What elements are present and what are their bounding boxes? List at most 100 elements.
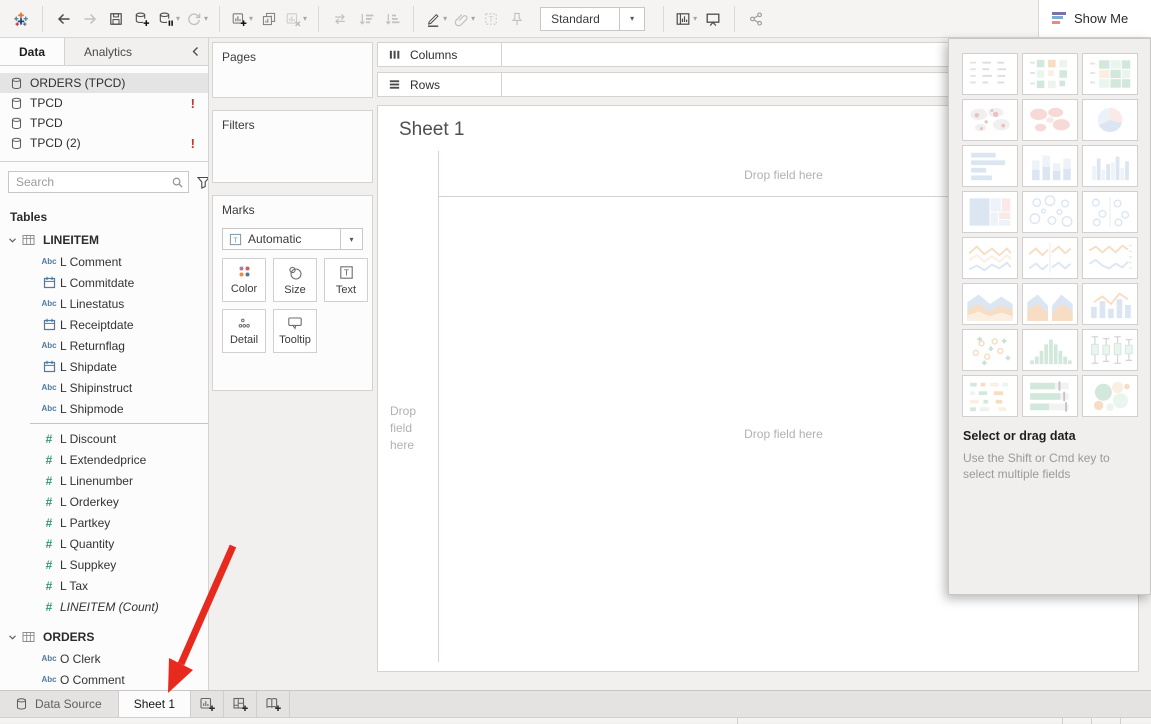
- field-item[interactable]: #L Extendedprice: [0, 449, 208, 470]
- field-item[interactable]: AbcL Comment: [0, 251, 208, 272]
- swap-rows-columns-button[interactable]: [327, 4, 353, 34]
- showme-stacked-bars-tile[interactable]: [1022, 145, 1078, 187]
- search-input-field[interactable]: [11, 175, 171, 189]
- fit-dropdown[interactable]: Standard▾: [540, 7, 645, 31]
- showme-box-and-whisker-tile[interactable]: [1082, 329, 1138, 371]
- showme-bullet-graph-tile[interactable]: [1022, 375, 1078, 417]
- filters-shelf[interactable]: Filters: [212, 110, 373, 183]
- chevron-down-icon[interactable]: [8, 236, 17, 245]
- show-mark-labels-button[interactable]: T: [478, 4, 504, 34]
- new-dashboard-button[interactable]: [224, 691, 257, 717]
- size-button[interactable]: Size: [273, 258, 317, 302]
- run-auto-updates-button[interactable]: ▾: [183, 4, 211, 34]
- field-item[interactable]: AbcL Linestatus: [0, 293, 208, 314]
- showme-symbol-map-tile[interactable]: [962, 99, 1018, 141]
- new-worksheet-button[interactable]: [191, 691, 224, 717]
- table-header-orders[interactable]: ORDERS: [0, 626, 208, 648]
- search-input[interactable]: [8, 171, 189, 193]
- field-item[interactable]: AbcL Shipinstruct: [0, 377, 208, 398]
- table-header-lineitem[interactable]: LINEITEM: [0, 229, 208, 251]
- collapse-pane-button[interactable]: [183, 38, 208, 65]
- presentation-mode-button[interactable]: [700, 4, 726, 34]
- filter-fields-button[interactable]: [194, 175, 209, 190]
- chevron-down-icon: ▾: [249, 14, 253, 23]
- showme-packed-bubbles-tile[interactable]: [1082, 375, 1138, 417]
- text-mark-icon: T: [229, 233, 242, 246]
- tab-data-source[interactable]: Data Source: [0, 691, 119, 717]
- field-item[interactable]: L Shipdate: [0, 356, 208, 377]
- discrete-area-icon: [1026, 287, 1074, 321]
- undo-button[interactable]: [51, 4, 77, 34]
- share-workbook-button[interactable]: [743, 4, 769, 34]
- tab-analytics[interactable]: Analytics: [65, 38, 151, 65]
- showme-filled-map-tile[interactable]: [1022, 99, 1078, 141]
- data-source-item[interactable]: TPCD!: [0, 93, 208, 113]
- field-item[interactable]: #L Discount: [0, 428, 208, 449]
- showme-heatmap-tile[interactable]: [1022, 53, 1078, 95]
- duplicate-sheet-button[interactable]: [256, 4, 282, 34]
- drop-zone-left[interactable]: Drop field here: [390, 403, 432, 454]
- showme-text-table-tile[interactable]: [962, 53, 1018, 95]
- clear-sheet-button[interactable]: ▾: [282, 4, 310, 34]
- field-item[interactable]: AbcL Returnflag: [0, 335, 208, 356]
- showme-horizontal-bars-tile[interactable]: [962, 145, 1018, 187]
- save-button[interactable]: [103, 4, 129, 34]
- tab-sheet-1[interactable]: Sheet 1: [119, 691, 191, 717]
- sort-ascending-button[interactable]: [353, 4, 379, 34]
- data-source-item[interactable]: TPCD: [0, 113, 208, 133]
- mark-type-dropdown[interactable]: T Automatic ▾: [222, 228, 363, 250]
- field-item[interactable]: #L Quantity: [0, 533, 208, 554]
- new-story-button[interactable]: [257, 691, 290, 717]
- showme-dual-combination-tile[interactable]: [1082, 283, 1138, 325]
- field-item[interactable]: L Receiptdate: [0, 314, 208, 335]
- field-item[interactable]: #L Suppkey: [0, 554, 208, 575]
- showme-scatter-plot-tile[interactable]: [962, 329, 1018, 371]
- string-field-icon: Abc: [38, 383, 60, 392]
- field-item[interactable]: AbcO Comment: [0, 669, 208, 690]
- pages-shelf[interactable]: Pages: [212, 42, 373, 98]
- text-button[interactable]: TText: [324, 258, 368, 302]
- chevron-down-icon[interactable]: ▾: [340, 229, 362, 249]
- sort-descending-button[interactable]: [379, 4, 405, 34]
- showme-highlight-table-tile[interactable]: [1082, 53, 1138, 95]
- field-item[interactable]: AbcO Clerk: [0, 648, 208, 669]
- field-item[interactable]: #LINEITEM (Count): [0, 596, 208, 617]
- field-item[interactable]: AbcL Shipmode: [0, 398, 208, 419]
- showme-discrete-lines-tile[interactable]: [1022, 237, 1078, 279]
- showme-circle-views-tile[interactable]: [1022, 191, 1078, 233]
- group-members-button[interactable]: ▾: [450, 4, 478, 34]
- data-source-item[interactable]: TPCD (2)!: [0, 133, 208, 153]
- chevron-down-icon[interactable]: ▾: [619, 8, 644, 30]
- showme-pie-chart-tile[interactable]: [1082, 99, 1138, 141]
- showme-dual-lines-tile[interactable]: [1082, 237, 1138, 279]
- showme-gantt-tile[interactable]: [962, 375, 1018, 417]
- field-item[interactable]: L Commitdate: [0, 272, 208, 293]
- add-data-source-button[interactable]: [129, 4, 155, 34]
- field-item[interactable]: #L Orderkey: [0, 491, 208, 512]
- treemap-icon: [966, 195, 1014, 229]
- pause-auto-updates-button[interactable]: ▾: [155, 4, 183, 34]
- field-item[interactable]: #L Linenumber: [0, 470, 208, 491]
- showme-continuous-lines-tile[interactable]: [962, 237, 1018, 279]
- show-me-button[interactable]: Show Me: [1038, 0, 1151, 37]
- showme-side-by-side-circles-tile[interactable]: [1082, 191, 1138, 233]
- showme-side-by-side-bars-tile[interactable]: [1082, 145, 1138, 187]
- tooltip-button[interactable]: Tooltip: [273, 309, 317, 353]
- marks-card: Marks T Automatic ▾ ColorSizeTTextDetail…: [212, 195, 373, 391]
- showme-histogram-tile[interactable]: [1022, 329, 1078, 371]
- fix-axes-button[interactable]: [504, 4, 530, 34]
- field-item[interactable]: #L Tax: [0, 575, 208, 596]
- showme-discrete-area-tile[interactable]: [1022, 283, 1078, 325]
- tab-data[interactable]: Data: [0, 38, 65, 65]
- chevron-down-icon[interactable]: [8, 633, 17, 642]
- color-button[interactable]: Color: [222, 258, 266, 302]
- field-item[interactable]: #L Partkey: [0, 512, 208, 533]
- showme-treemap-tile[interactable]: [962, 191, 1018, 233]
- redo-button[interactable]: [77, 4, 103, 34]
- detail-button[interactable]: Detail: [222, 309, 266, 353]
- new-worksheet-button[interactable]: ▾: [228, 4, 256, 34]
- show-hide-cards-button[interactable]: ▾: [672, 4, 700, 34]
- highlight-button[interactable]: ▾: [422, 4, 450, 34]
- data-source-item[interactable]: ORDERS (TPCD): [0, 73, 208, 93]
- showme-continuous-area-tile[interactable]: [962, 283, 1018, 325]
